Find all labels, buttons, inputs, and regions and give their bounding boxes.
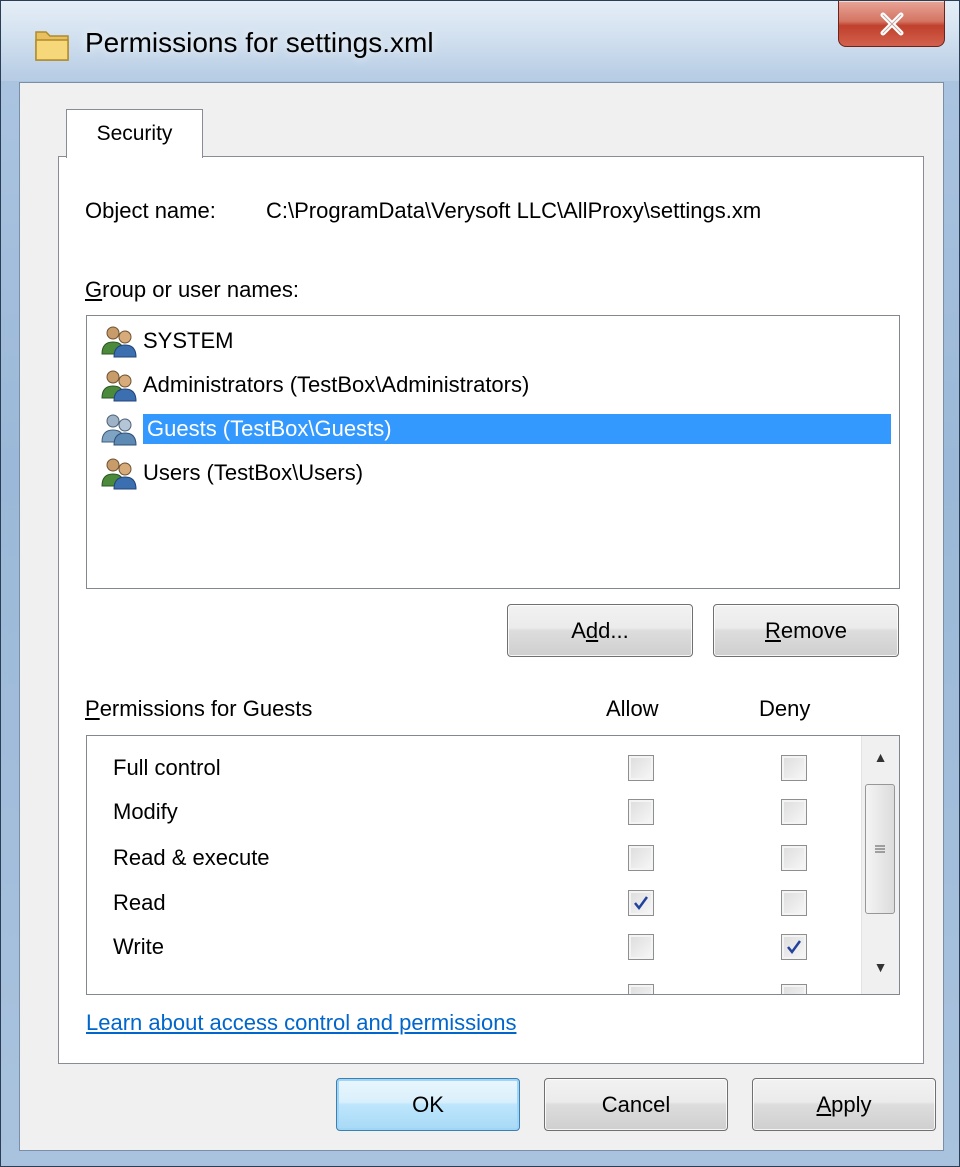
permission-label: Read & execute [113, 845, 270, 870]
users-group-icon [101, 414, 137, 446]
permissions-list[interactable]: Full control Modify Read & execute Read [86, 735, 900, 995]
allow-column-header: Allow [606, 696, 659, 721]
permissions-label: Permissions for Guests [85, 696, 312, 722]
tab-security[interactable]: Security [66, 109, 203, 158]
permission-label: Read [113, 890, 166, 915]
remove-button-label-post: emove [780, 617, 847, 643]
allow-checkbox[interactable] [628, 799, 654, 825]
group-user-listbox[interactable]: SYSTEM Administrators (TestBox\Administr… [86, 315, 900, 589]
object-name-value: C:\ProgramData\Verysoft LLC\AllProxy\set… [266, 198, 762, 223]
add-button[interactable]: Ad d... [507, 604, 693, 657]
checkmark-icon [634, 896, 649, 911]
permissions-scrollbar[interactable]: ▲ ▼ [861, 736, 899, 994]
window-title: Permissions for settings.xml [85, 27, 434, 58]
close-icon [880, 12, 903, 35]
close-button[interactable] [838, 1, 945, 47]
deny-column-header: Deny [759, 696, 811, 721]
deny-checkbox[interactable] [781, 890, 807, 916]
apply-button[interactable]: Apply [752, 1078, 936, 1131]
permission-row-modify: Modify [87, 791, 857, 837]
permissions-label-mnemonic: P [85, 696, 100, 721]
list-item-label: Administrators (TestBox\Administrators) [143, 372, 530, 397]
remove-button[interactable]: Remove [713, 604, 899, 657]
list-item-users[interactable]: Users (TestBox\Users) [99, 454, 363, 492]
permission-label: Write [113, 934, 164, 959]
allow-checkbox[interactable] [628, 934, 654, 960]
object-name-label: Object name: [85, 198, 216, 223]
window-frame: Permissions for settings.xml Security Ob… [0, 0, 960, 1167]
permission-row-read: Read [87, 882, 857, 928]
cancel-button[interactable]: Cancel [544, 1078, 728, 1131]
permission-row-write: Write [87, 926, 857, 972]
deny-checkbox[interactable] [781, 845, 807, 871]
learn-about-link[interactable]: Learn about access control and permissio… [86, 1010, 516, 1036]
add-button-label-post: d... [598, 617, 629, 643]
add-button-mnemonic: d [585, 617, 599, 643]
security-tab-panel: Object name: C:\ProgramData\Verysoft LLC… [58, 156, 924, 1064]
list-item-label: SYSTEM [143, 328, 234, 353]
allow-checkbox[interactable] [628, 755, 654, 781]
users-group-icon [101, 326, 137, 358]
dialog-client-area: Security Object name: C:\ProgramData\Ver… [19, 82, 944, 1151]
add-button-label-pre: A [571, 617, 586, 643]
allow-checkbox[interactable] [628, 890, 654, 916]
group-list-label-rest: roup or user names: [102, 277, 299, 302]
scroll-down-icon[interactable]: ▼ [862, 950, 899, 984]
group-list-label: Group or user names: [85, 277, 299, 303]
grip-icon [875, 845, 885, 853]
list-item-system[interactable]: SYSTEM [99, 322, 233, 360]
folder-icon [35, 31, 69, 61]
checkmark-icon [787, 940, 802, 955]
permission-row-full-control: Full control [87, 747, 857, 793]
apply-button-label-rest: pply [831, 1091, 872, 1117]
permission-label: Full control [113, 755, 221, 780]
tab-security-label: Security [96, 122, 173, 145]
users-group-icon [101, 370, 137, 402]
deny-checkbox[interactable] [781, 984, 807, 994]
group-list-label-mnemonic: G [85, 277, 103, 302]
permission-row-partial [87, 976, 857, 994]
deny-checkbox[interactable] [781, 934, 807, 960]
deny-checkbox[interactable] [781, 755, 807, 781]
list-item-label: Guests (TestBox\Guests) [143, 414, 891, 444]
list-item-guests[interactable]: Guests (TestBox\Guests) [99, 410, 899, 448]
permissions-label-rest: ermissions for Guests [99, 696, 313, 721]
apply-button-mnemonic: A [816, 1091, 832, 1117]
permission-label: Modify [113, 799, 178, 824]
list-item-label: Users (TestBox\Users) [143, 460, 364, 485]
ok-button[interactable]: OK [336, 1078, 520, 1131]
allow-checkbox[interactable] [628, 845, 654, 871]
scrollbar-thumb[interactable] [865, 784, 895, 914]
permission-row-read-execute: Read & execute [87, 837, 857, 883]
remove-button-mnemonic: R [765, 617, 781, 643]
deny-checkbox[interactable] [781, 799, 807, 825]
scroll-up-icon[interactable]: ▲ [862, 740, 899, 774]
list-item-administrators[interactable]: Administrators (TestBox\Administrators) [99, 366, 529, 404]
allow-checkbox[interactable] [628, 984, 654, 994]
users-group-icon [101, 458, 137, 490]
